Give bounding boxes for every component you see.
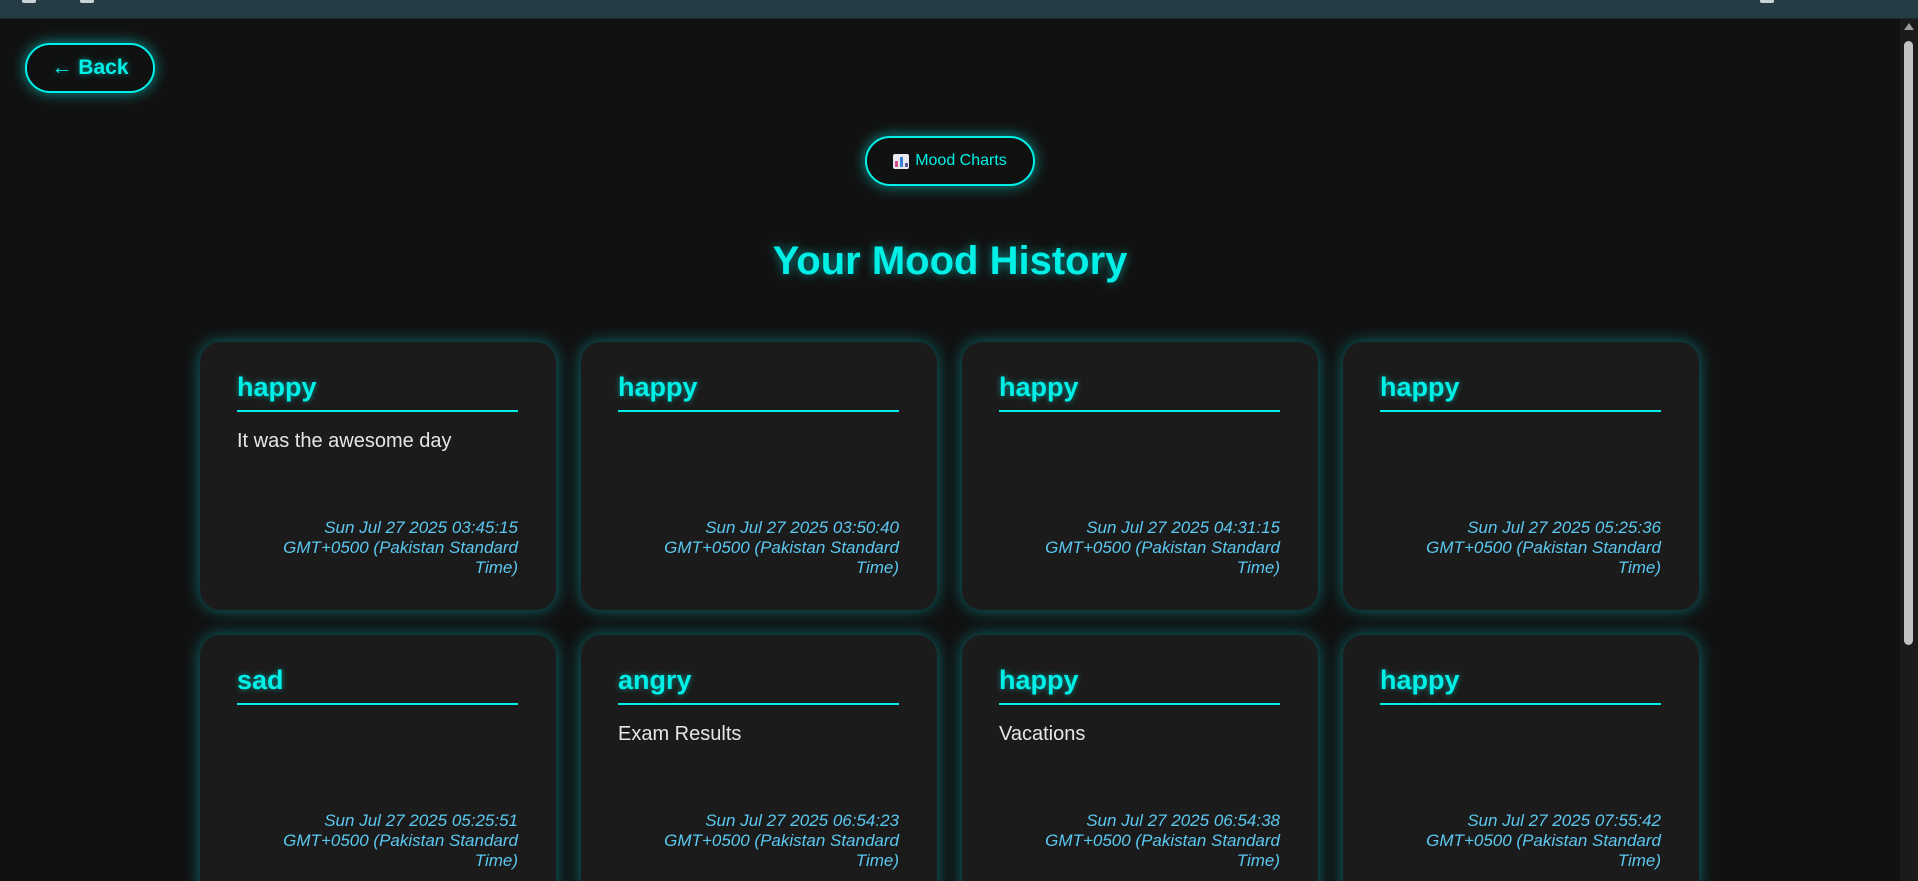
vertical-scrollbar[interactable]	[1900, 19, 1918, 881]
mood-date: Sun Jul 27 2025 05:25:36 GMT+0500 (Pakis…	[1426, 518, 1661, 577]
mood-charts-label: Mood Charts	[915, 152, 1007, 169]
mood-note: Vacations	[999, 723, 1086, 745]
browser-toolbar	[0, 0, 1918, 19]
mood-card: angry Exam Results Sun Jul 27 2025 06:54…	[581, 635, 937, 881]
back-button[interactable]: ← Back	[25, 43, 155, 93]
mood-label: happy	[1380, 663, 1661, 705]
mood-card: happy Sun Jul 27 2025 05:25:36 GMT+0500 …	[1343, 342, 1699, 610]
mood-note	[1380, 723, 1661, 747]
mood-date: Sun Jul 27 2025 05:25:51 GMT+0500 (Pakis…	[283, 811, 518, 870]
mood-label: happy	[999, 370, 1280, 412]
mood-label: happy	[999, 663, 1280, 705]
mood-note: Exam Results	[618, 723, 742, 745]
mood-label: sad	[237, 663, 518, 705]
browser-icon[interactable]	[22, 0, 36, 3]
mood-date: Sun Jul 27 2025 03:45:15 GMT+0500 (Pakis…	[283, 518, 518, 577]
tab-icon[interactable]	[80, 0, 94, 3]
mood-date: Sun Jul 27 2025 06:54:23 GMT+0500 (Pakis…	[664, 811, 899, 870]
mood-date: Sun Jul 27 2025 06:54:38 GMT+0500 (Pakis…	[1045, 811, 1280, 870]
mood-card: sad Sun Jul 27 2025 05:25:51 GMT+0500 (P…	[200, 635, 556, 881]
extension-icon[interactable]	[1760, 0, 1774, 3]
mood-card: happy It was the awesome day Sun Jul 27 …	[200, 342, 556, 610]
mood-label: angry	[618, 663, 899, 705]
mood-charts-button[interactable]: Mood Charts	[865, 136, 1035, 186]
mood-card: happy Vacations Sun Jul 27 2025 06:54:38…	[962, 635, 1318, 881]
mood-date: Sun Jul 27 2025 07:55:42 GMT+0500 (Pakis…	[1426, 811, 1661, 870]
page-viewport: ← Back Mood Charts Your Mood History hap…	[0, 19, 1900, 881]
mood-card: happy Sun Jul 27 2025 03:50:40 GMT+0500 …	[581, 342, 937, 610]
mood-label: happy	[618, 370, 899, 412]
mood-card: happy Sun Jul 27 2025 04:31:15 GMT+0500 …	[962, 342, 1318, 610]
scrollbar-thumb[interactable]	[1904, 41, 1913, 645]
mood-note	[999, 430, 1280, 454]
scroll-up-arrow-icon[interactable]	[1904, 23, 1914, 30]
mood-note	[237, 723, 518, 747]
mood-date: Sun Jul 27 2025 04:31:15 GMT+0500 (Pakis…	[1045, 518, 1280, 577]
mood-note: It was the awesome day	[237, 430, 452, 452]
mood-note	[618, 430, 899, 454]
mood-label: happy	[1380, 370, 1661, 412]
back-button-label: ← Back	[51, 56, 129, 79]
mood-label: happy	[237, 370, 518, 412]
mood-date: Sun Jul 27 2025 03:50:40 GMT+0500 (Pakis…	[664, 518, 899, 577]
page-title: Your Mood History	[772, 239, 1128, 283]
mood-history-grid: happy It was the awesome day Sun Jul 27 …	[200, 342, 1702, 881]
mood-card: happy Sun Jul 27 2025 07:55:42 GMT+0500 …	[1343, 635, 1699, 881]
mood-note	[1380, 430, 1661, 454]
bar-chart-icon	[893, 153, 910, 169]
